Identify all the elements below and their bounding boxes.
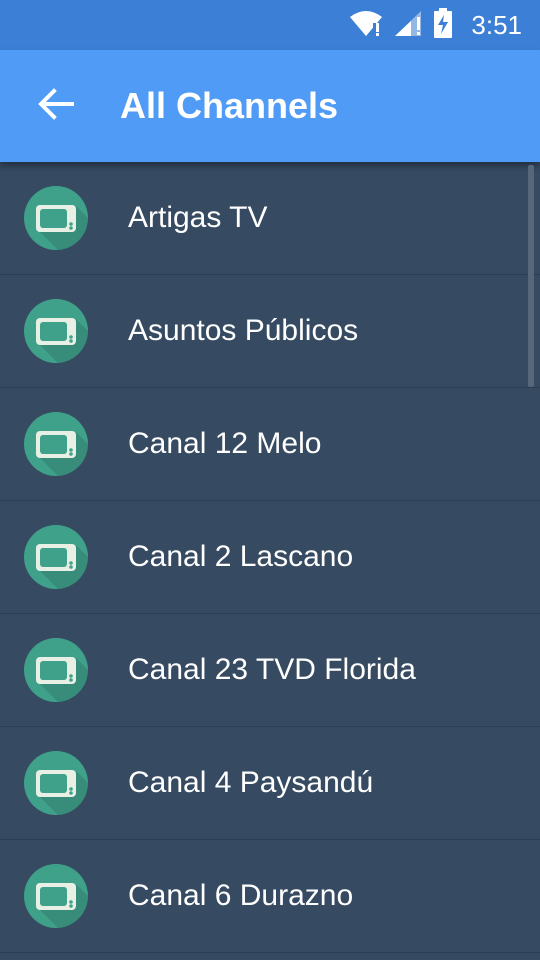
- list-item[interactable]: Canal 2 Lascano: [0, 501, 540, 614]
- tv-icon: [24, 299, 88, 363]
- tv-icon: [24, 525, 88, 589]
- app-bar: All Channels: [0, 50, 540, 162]
- tv-icon: [24, 412, 88, 476]
- tv-icon: [24, 638, 88, 702]
- list-item[interactable]: Canal 4 Paysandú: [0, 727, 540, 840]
- tv-icon: [24, 751, 88, 815]
- page-title: All Channels: [120, 85, 339, 126]
- channel-label: Canal 12 Melo: [128, 427, 322, 460]
- list-item[interactable]: Canal 6 Durazno: [0, 840, 540, 953]
- wifi-icon: [349, 9, 383, 42]
- channel-label: Canal 4 Paysandú: [128, 766, 374, 799]
- tv-icon: [24, 186, 88, 250]
- list-item[interactable]: Canal 23 TVD Florida: [0, 614, 540, 727]
- arrow-back-icon: [38, 87, 74, 125]
- status-time: 3:51: [471, 9, 522, 40]
- channel-label: Canal 2 Lascano: [128, 540, 354, 573]
- status-bar: 3:51: [0, 0, 540, 50]
- battery-charging-icon: [433, 7, 453, 43]
- signal-icon: [393, 9, 423, 42]
- tv-icon: [24, 864, 88, 928]
- channel-list[interactable]: Artigas TV Asuntos Públicos Canal 12 Mel…: [0, 162, 540, 960]
- back-button[interactable]: [30, 80, 82, 132]
- list-item[interactable]: Artigas TV: [0, 162, 540, 275]
- channel-label: Artigas TV: [128, 201, 268, 234]
- list-item[interactable]: Asuntos Públicos: [0, 275, 540, 388]
- channel-label: Asuntos Públicos: [128, 314, 359, 347]
- list-item[interactable]: Canal 12 Melo: [0, 388, 540, 501]
- channel-label: Canal 23 TVD Florida: [128, 653, 416, 686]
- status-icons: 3:51: [349, 7, 522, 43]
- scrollbar[interactable]: [528, 165, 534, 387]
- channel-label: Canal 6 Durazno: [128, 879, 354, 912]
